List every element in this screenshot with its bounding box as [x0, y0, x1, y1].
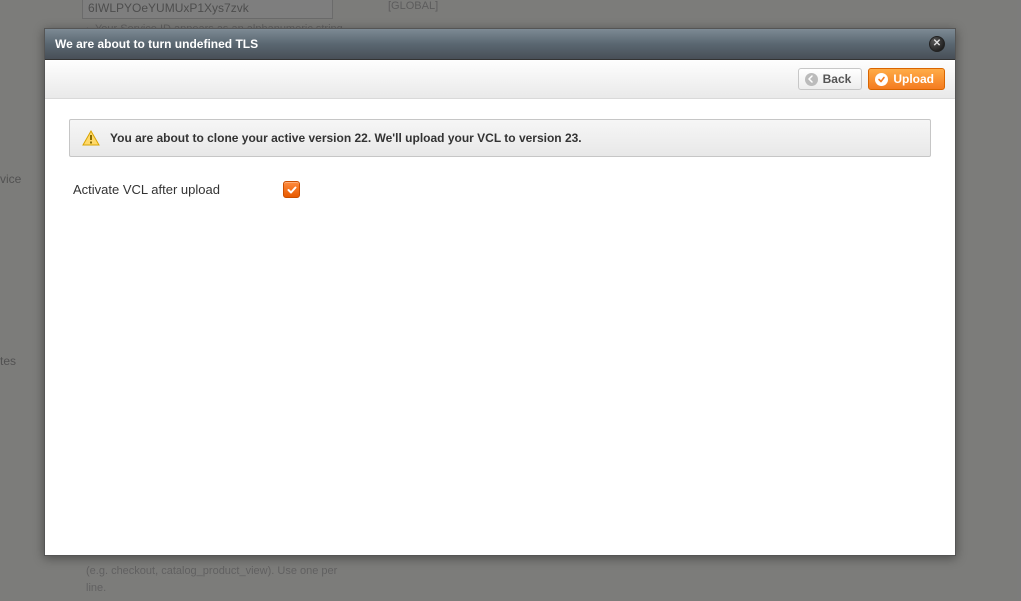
close-icon: ✕: [933, 39, 941, 49]
modal-dialog: We are about to turn undefined TLS ✕ Bac…: [44, 28, 956, 556]
checkmark-icon: [286, 184, 298, 196]
modal-toolbar: Back Upload: [45, 60, 955, 99]
notice-banner: You are about to clone your active versi…: [69, 119, 931, 157]
activate-row: Activate VCL after upload: [69, 179, 931, 200]
back-arrow-icon: [805, 73, 818, 86]
activate-label: Activate VCL after upload: [73, 182, 265, 197]
back-button-label: Back: [823, 72, 852, 86]
activate-checkbox[interactable]: [283, 181, 300, 198]
notice-text: You are about to clone your active versi…: [110, 131, 582, 145]
upload-button[interactable]: Upload: [868, 68, 945, 90]
check-icon: [875, 73, 888, 86]
close-button[interactable]: ✕: [929, 36, 945, 52]
modal-body: You are about to clone your active versi…: [45, 99, 955, 555]
back-button[interactable]: Back: [798, 68, 863, 90]
warning-icon: [82, 130, 100, 146]
modal-header: We are about to turn undefined TLS ✕: [45, 29, 955, 60]
modal-title: We are about to turn undefined TLS: [55, 37, 258, 51]
upload-button-label: Upload: [893, 72, 934, 86]
